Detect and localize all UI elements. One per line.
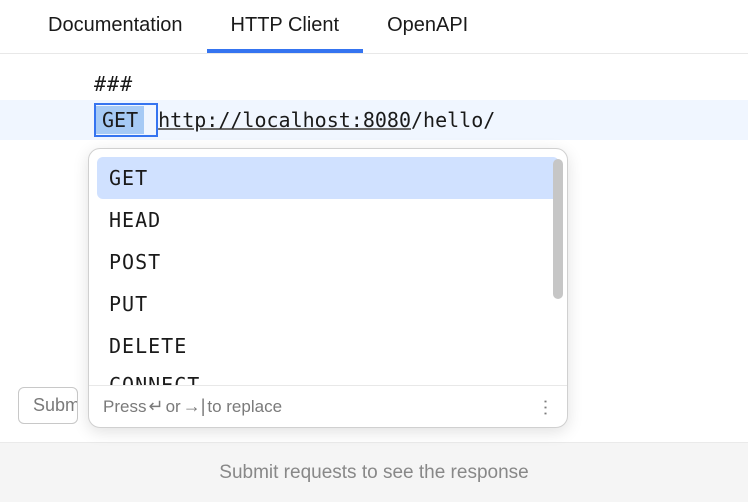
request-separator: ### [0, 68, 748, 100]
request-line[interactable]: GET http://localhost:8080/hello/ [0, 100, 748, 140]
autocomplete-item-head[interactable]: HEAD [97, 199, 559, 241]
autocomplete-item-delete[interactable]: DELETE [97, 325, 559, 367]
autocomplete-item-post[interactable]: POST [97, 241, 559, 283]
url-host[interactable]: http://localhost:8080 [158, 108, 411, 132]
tab-bar: Documentation HTTP Client OpenAPI [0, 0, 748, 54]
response-hint: Submit requests to see the response [219, 462, 528, 484]
scrollbar[interactable] [553, 159, 563, 385]
request-url[interactable]: http://localhost:8080/hello/ [158, 108, 495, 132]
tab-openapi[interactable]: OpenAPI [363, 0, 492, 53]
scrollbar-thumb[interactable] [553, 159, 563, 299]
tab-documentation[interactable]: Documentation [24, 0, 207, 53]
autocomplete-item-put[interactable]: PUT [97, 283, 559, 325]
autocomplete-list: GET HEAD POST PUT DELETE CONNECT [89, 149, 567, 385]
url-path[interactable]: /hello/ [411, 108, 495, 132]
autocomplete-item-get[interactable]: GET [97, 157, 559, 199]
method-selection-box[interactable]: GET [94, 103, 158, 137]
more-options-icon[interactable]: ⋯ [535, 399, 556, 415]
autocomplete-hint: Press ↵ or →| to replace [103, 396, 282, 417]
response-panel: Submit requests to see the response [0, 442, 748, 502]
submit-button[interactable]: Submit [18, 387, 78, 424]
autocomplete-footer: Press ↵ or →| to replace ⋯ [89, 385, 567, 427]
editor[interactable]: ### GET http://localhost:8080/hello/ [0, 54, 748, 140]
http-method[interactable]: GET [96, 106, 144, 134]
tab-http-client[interactable]: HTTP Client [207, 0, 364, 53]
tab-key-icon: →| [183, 396, 206, 417]
autocomplete-popup: GET HEAD POST PUT DELETE CONNECT Press ↵… [88, 148, 568, 428]
enter-key-icon: ↵ [148, 396, 163, 417]
autocomplete-item-connect[interactable]: CONNECT [97, 367, 559, 385]
